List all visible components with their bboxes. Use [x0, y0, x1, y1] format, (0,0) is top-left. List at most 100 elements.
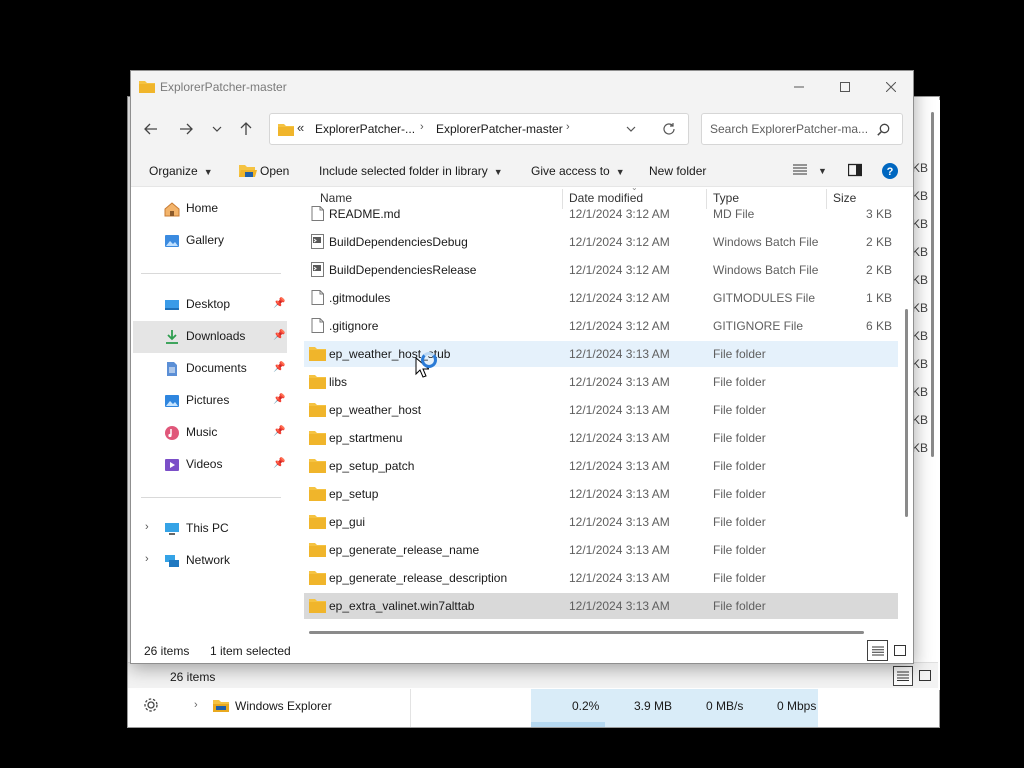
file-name: .gitignore [329, 319, 379, 333]
file-name: .gitmodules [329, 291, 391, 305]
nav-item-gallery[interactable]: Gallery [133, 225, 287, 257]
file-row[interactable]: BuildDependenciesRelease 12/1/2024 3:12 A… [304, 257, 898, 283]
refresh-icon[interactable] [662, 122, 676, 136]
doc-icon [311, 318, 324, 333]
new-folder-button[interactable]: New folder [649, 164, 706, 178]
file-date-modified: 12/1/2024 3:13 AM [569, 487, 670, 501]
pin-icon[interactable]: 📌 [273, 330, 285, 341]
nav-item-desktop[interactable]: Desktop 📌 [133, 289, 287, 321]
expand-chevron-icon[interactable]: › [194, 699, 198, 711]
background-scrollbar[interactable] [931, 112, 934, 457]
caret-down-icon: ▼ [615, 167, 625, 177]
search-placeholder[interactable]: Search ExplorerPatcher-ma... [710, 122, 868, 136]
expand-chevron-icon[interactable]: › [145, 521, 149, 533]
breadcrumb-overflow[interactable]: « [297, 120, 304, 135]
file-name: ep_extra_valinet.win7alttab [329, 599, 475, 613]
title-bar[interactable]: ExplorerPatcher-master [131, 71, 913, 103]
background-tiles-view-button[interactable] [915, 666, 935, 686]
back-button[interactable] [139, 117, 163, 141]
navigation-pane: Home Gallery Desktop 📌 Downloads 📌 Docum… [131, 187, 291, 637]
file-row[interactable]: ep_extra_valinet.win7alttab 12/1/2024 3:1… [304, 593, 898, 619]
search-icon[interactable] [877, 123, 890, 136]
nav-item-network[interactable]: › Network [133, 545, 287, 577]
gallery-icon [165, 235, 179, 247]
pin-icon[interactable]: 📌 [273, 458, 285, 469]
settings-gear-icon[interactable] [143, 697, 159, 713]
help-icon[interactable]: ? [882, 163, 898, 179]
file-row[interactable]: ep_startmenu 12/1/2024 3:13 AM File folder [304, 425, 898, 451]
file-row[interactable]: ep_generate_release_description 12/1/2024… [304, 565, 898, 591]
busy-spinner-icon [421, 352, 437, 368]
caret-down-icon[interactable]: ▼ [818, 166, 827, 176]
file-row[interactable]: .gitignore 12/1/2024 3:12 AM GITIGNORE Fil… [304, 313, 898, 339]
close-icon [886, 82, 896, 92]
column-header-size[interactable]: Size [833, 191, 856, 205]
breadcrumb-separator-icon[interactable]: › [566, 121, 570, 133]
file-row[interactable]: ep_gui 12/1/2024 3:13 AM File folder [304, 509, 898, 535]
minimize-button[interactable] [776, 71, 822, 103]
file-row[interactable]: ep_setup_patch 12/1/2024 3:13 AM File fold… [304, 453, 898, 479]
cpu-heat-bar [531, 722, 605, 727]
expand-chevron-icon[interactable]: › [145, 553, 149, 565]
nav-item-this-pc[interactable]: › This PC [133, 513, 287, 545]
maximize-button[interactable] [822, 71, 868, 103]
breadcrumb-item[interactable]: ExplorerPatcher-... [315, 122, 415, 136]
forward-button[interactable] [174, 117, 198, 141]
vertical-scrollbar[interactable] [905, 309, 908, 517]
up-button[interactable] [234, 117, 258, 141]
background-status-bar [128, 662, 938, 688]
file-row[interactable]: .gitmodules 12/1/2024 3:12 AM GITMODULES F… [304, 285, 898, 311]
pin-icon[interactable]: 📌 [273, 362, 285, 373]
file-row[interactable]: BuildDependenciesDebug 12/1/2024 3:12 AM W… [304, 229, 898, 255]
file-row[interactable]: ep_setup 12/1/2024 3:13 AM File folder [304, 481, 898, 507]
pin-icon[interactable]: 📌 [273, 298, 285, 309]
file-row[interactable]: README.md 12/1/2024 3:12 AM MD File 3 KB [304, 205, 898, 227]
nav-item-downloads[interactable]: Downloads 📌 [133, 321, 287, 353]
open-button[interactable]: Open [260, 164, 289, 178]
column-header-date[interactable]: Date modified [569, 191, 643, 205]
horizontal-scrollbar[interactable] [309, 631, 864, 634]
disk-value: 0 MB/s [706, 699, 744, 713]
column-header-type[interactable]: Type [713, 191, 739, 205]
address-history-chevron-icon[interactable] [626, 126, 636, 132]
nav-item-home[interactable]: Home [133, 193, 287, 225]
file-date-modified: 12/1/2024 3:13 AM [569, 571, 670, 585]
column-header-name[interactable]: Name [320, 191, 352, 205]
file-date-modified: 12/1/2024 3:13 AM [569, 403, 670, 417]
nav-divider [141, 497, 281, 498]
file-name: ep_generate_release_description [329, 571, 508, 585]
background-size-label: KB [912, 189, 929, 203]
file-type: File folder [713, 403, 766, 417]
give-access-button[interactable]: Give access to ▼ [531, 164, 625, 178]
breadcrumb-separator-icon[interactable]: › [420, 121, 424, 133]
recent-locations-button[interactable] [205, 117, 229, 141]
organize-button[interactable]: Organize ▼ [149, 164, 213, 178]
preview-pane-icon[interactable] [848, 163, 862, 177]
breadcrumb-item[interactable]: ExplorerPatcher-master [436, 122, 563, 136]
nav-item-music[interactable]: Music 📌 [133, 417, 287, 449]
file-type: File folder [713, 347, 766, 361]
search-box[interactable]: Search ExplorerPatcher-ma... [701, 113, 903, 145]
include-in-library-button[interactable]: Include selected folder in library ▼ [319, 164, 503, 178]
address-bar[interactable]: « ExplorerPatcher-... › ExplorerPatcher-… [269, 113, 689, 145]
large-icons-view-button[interactable] [889, 640, 910, 661]
file-type: GITIGNORE File [713, 319, 804, 333]
details-view-button[interactable] [867, 640, 888, 661]
nav-item-videos[interactable]: Videos 📌 [133, 449, 287, 481]
pin-icon[interactable]: 📌 [273, 426, 285, 437]
background-details-view-button[interactable] [893, 666, 913, 686]
pin-icon[interactable]: 📌 [273, 394, 285, 405]
file-row[interactable]: libs 12/1/2024 3:13 AM File folder [304, 369, 898, 395]
background-size-label: KB [912, 217, 929, 231]
close-button[interactable] [868, 71, 914, 103]
background-size-label: KB [912, 161, 929, 175]
file-row[interactable]: ep_generate_release_name 12/1/2024 3:13 A… [304, 537, 898, 563]
file-row[interactable]: ep_weather_host 12/1/2024 3:13 AM File fol… [304, 397, 898, 423]
folder-icon [309, 515, 326, 529]
file-name: BuildDependenciesDebug [329, 235, 468, 249]
file-size: 6 KB [866, 319, 893, 333]
file-row[interactable]: ep_weather_host_stub 12/1/2024 3:13 AM Fil… [304, 341, 898, 367]
nav-item-pictures[interactable]: Pictures 📌 [133, 385, 287, 417]
nav-item-documents[interactable]: Documents 📌 [133, 353, 287, 385]
view-options-button[interactable] [793, 163, 807, 178]
